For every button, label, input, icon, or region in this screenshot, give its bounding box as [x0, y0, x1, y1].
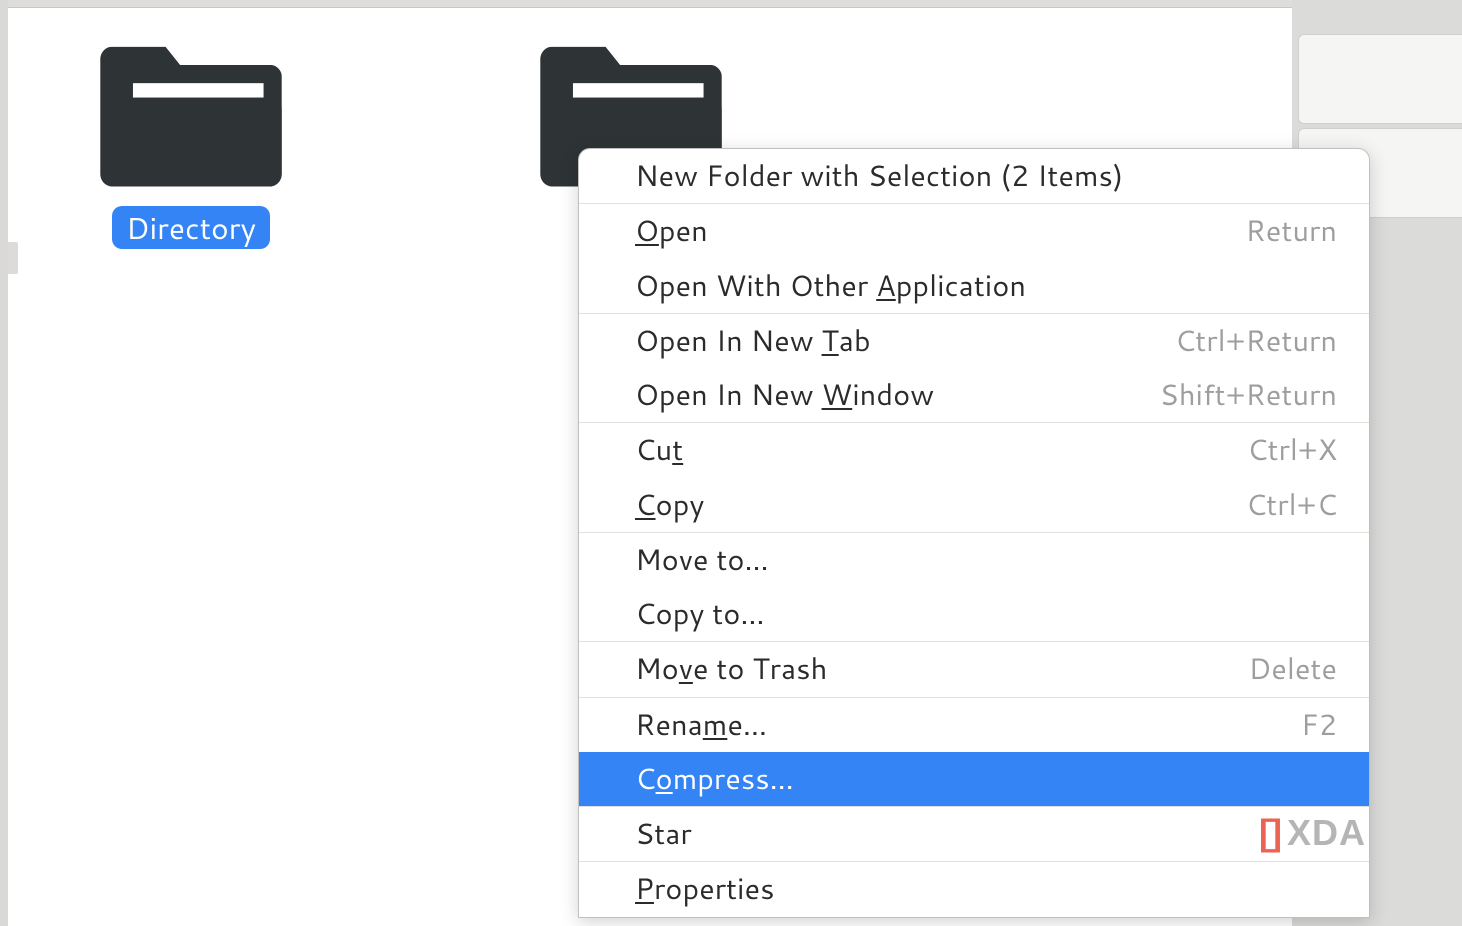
menu-item-accel: Shift+Return — [1159, 377, 1337, 413]
menu-item-label: Compress… — [635, 761, 794, 797]
menu-item-label: Open — [635, 213, 708, 249]
menu-item-properties[interactable]: Properties — [579, 862, 1369, 916]
headerbar-fragment — [8, 0, 1292, 8]
context-menu[interactable]: New Folder with Selection (2 Items) Open R… — [578, 148, 1370, 918]
menu-item-label: Rename… — [635, 707, 767, 743]
menu-item-open[interactable]: Open Return — [579, 204, 1369, 258]
folder-item-directory[interactable]: Directory — [56, 36, 326, 249]
menu-item-copy[interactable]: Copy Ctrl+C — [579, 478, 1369, 532]
menu-item-label: Move to… — [635, 542, 769, 578]
menu-item-move-to[interactable]: Move to… — [579, 533, 1369, 587]
menu-item-accel: Ctrl+C — [1246, 487, 1337, 523]
menu-item-star[interactable]: Star — [579, 807, 1369, 861]
menu-item-label: Open With Other Application — [635, 268, 1026, 304]
menu-item-accel: Delete — [1248, 651, 1337, 687]
menu-item-accel: Ctrl+Return — [1175, 323, 1337, 359]
xda-watermark: [] XDA — [1259, 812, 1366, 854]
menu-item-label: Open In New Window — [635, 377, 934, 413]
menu-item-label: Move to Trash — [635, 651, 827, 687]
menu-item-rename[interactable]: Rename… F2 — [579, 698, 1369, 752]
folder-label: Directory — [112, 206, 270, 249]
watermark-text: XDA — [1287, 812, 1366, 854]
menu-item-accel: F2 — [1301, 707, 1337, 743]
menu-item-label: Cut — [635, 432, 683, 468]
menu-item-compress[interactable]: Compress… — [579, 752, 1369, 806]
menu-item-cut[interactable]: Cut Ctrl+X — [579, 423, 1369, 477]
menu-item-label: Properties — [635, 871, 774, 907]
right-tab-1 — [1298, 34, 1462, 124]
menu-item-open-in-new-window[interactable]: Open In New Window Shift+Return — [579, 368, 1369, 422]
folder-icon — [98, 36, 284, 192]
menu-item-label: New Folder with Selection (2 Items) — [635, 158, 1123, 194]
menu-item-open-with-other-application[interactable]: Open With Other Application — [579, 259, 1369, 313]
menu-item-new-folder-with-selection-2-items[interactable]: New Folder with Selection (2 Items) — [579, 149, 1369, 203]
menu-item-open-in-new-tab[interactable]: Open In New Tab Ctrl+Return — [579, 314, 1369, 368]
menu-item-accel: Return — [1245, 213, 1337, 249]
menu-item-accel: Ctrl+X — [1247, 432, 1337, 468]
menu-item-label: Star — [635, 816, 692, 852]
menu-item-label: Copy to… — [635, 596, 765, 632]
menu-item-label: Copy — [635, 487, 704, 523]
menu-item-move-to-trash[interactable]: Move to Trash Delete — [579, 642, 1369, 696]
menu-item-label: Open In New Tab — [635, 323, 871, 359]
sidebar-handle — [8, 242, 18, 274]
menu-item-copy-to[interactable]: Copy to… — [579, 587, 1369, 641]
